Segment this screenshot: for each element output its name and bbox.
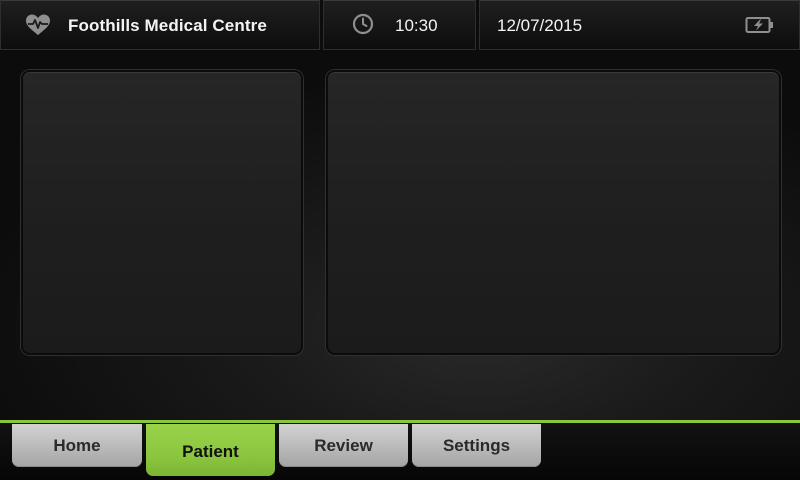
time-display: 10:30 xyxy=(395,16,438,35)
clock-icon xyxy=(352,13,374,35)
device-screen: Foothills Medical Centre 10:30 12/07/201… xyxy=(0,0,800,480)
nav-accent-line xyxy=(0,420,800,423)
battery-charging-icon xyxy=(745,17,773,33)
tab-review[interactable]: Review xyxy=(279,424,408,467)
date-segment: 12/07/2015 xyxy=(479,0,800,50)
facility-segment: Foothills Medical Centre xyxy=(0,0,320,50)
date-display: 12/07/2015 xyxy=(497,16,583,35)
tab-patient[interactable]: Patient xyxy=(146,424,275,476)
left-panel xyxy=(21,70,303,355)
right-panel xyxy=(326,70,781,355)
facility-name: Foothills Medical Centre xyxy=(68,16,267,35)
tab-home-label: Home xyxy=(53,435,101,455)
heart-pulse-icon xyxy=(26,14,50,35)
tab-settings[interactable]: Settings xyxy=(412,424,541,467)
tab-patient-label: Patient xyxy=(182,442,239,461)
tab-review-label: Review xyxy=(314,435,373,455)
tab-home[interactable]: Home xyxy=(12,424,142,467)
tab-settings-label: Settings xyxy=(442,435,511,455)
header-bar: Foothills Medical Centre 10:30 12/07/201… xyxy=(0,0,800,52)
time-segment: 10:30 xyxy=(323,0,476,50)
